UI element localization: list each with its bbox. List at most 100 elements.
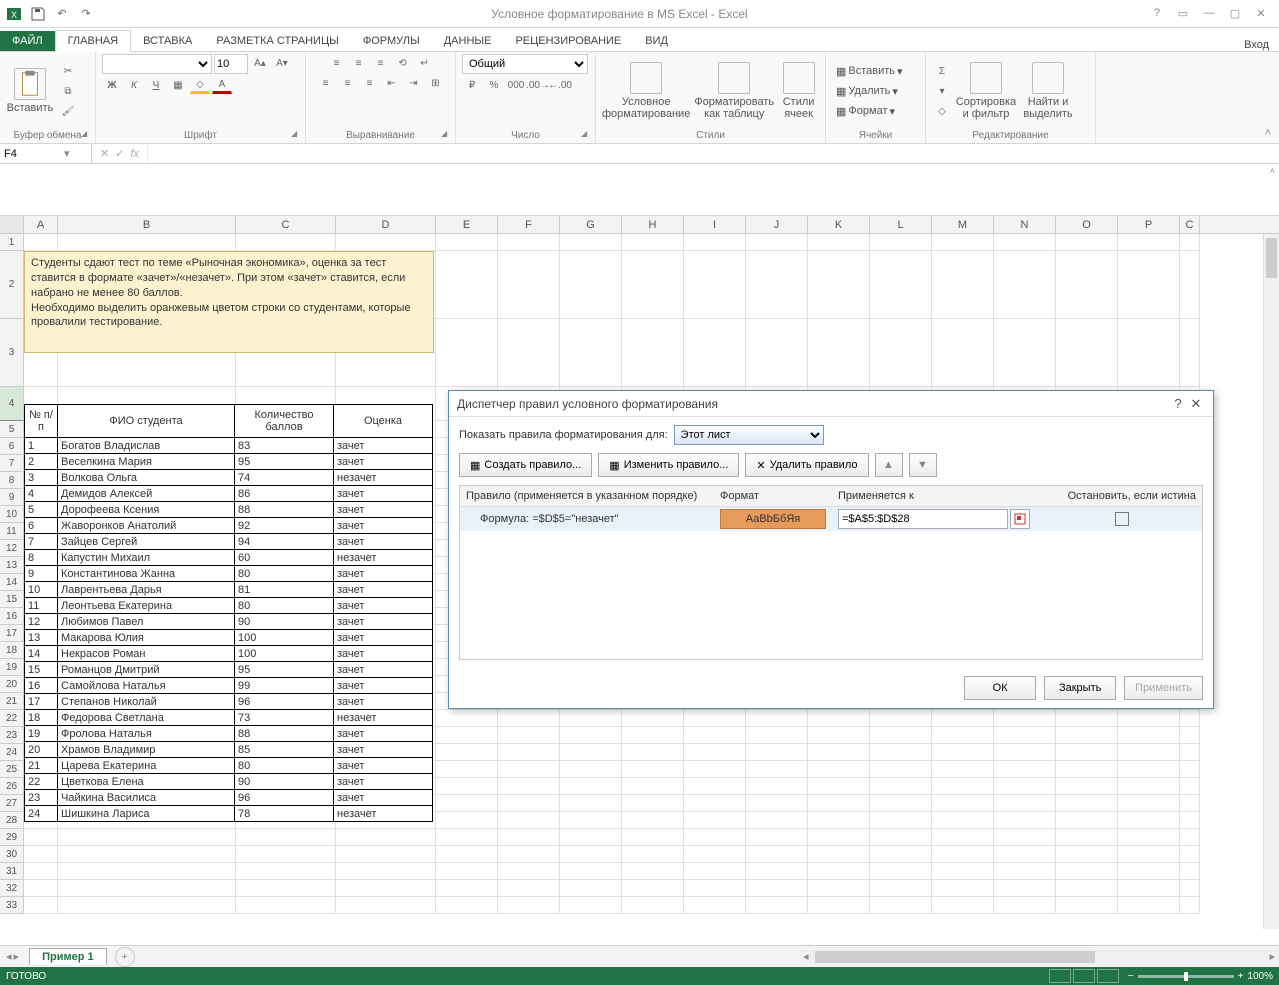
delete-cells-button[interactable]: ▦ Удалить ▾ [832, 82, 907, 100]
cell[interactable] [870, 744, 932, 761]
font-size-input[interactable] [214, 54, 248, 74]
cell[interactable] [808, 812, 870, 829]
cell[interactable] [994, 795, 1056, 812]
cell[interactable] [870, 727, 932, 744]
cell[interactable] [1056, 778, 1118, 795]
cell[interactable] [684, 829, 746, 846]
cell[interactable] [1056, 846, 1118, 863]
table-cell[interactable]: Романцов Дмитрий [58, 662, 235, 678]
align-right-icon[interactable]: ≡ [360, 74, 380, 92]
cell[interactable] [436, 710, 498, 727]
table-cell[interactable]: 85 [235, 742, 334, 758]
cell[interactable] [1056, 812, 1118, 829]
cell[interactable] [436, 319, 498, 387]
cell[interactable] [746, 897, 808, 914]
table-cell[interactable]: зачет [334, 582, 433, 598]
cell[interactable] [932, 863, 994, 880]
cell[interactable] [870, 863, 932, 880]
cell[interactable] [236, 880, 336, 897]
cell[interactable] [560, 846, 622, 863]
table-cell[interactable]: 90 [235, 774, 334, 790]
table-cell[interactable]: 19 [25, 726, 58, 742]
find-select-button[interactable]: Найти и выделить [1020, 58, 1076, 124]
cell[interactable] [746, 710, 808, 727]
table-cell[interactable]: Самойлова Наталья [58, 678, 235, 694]
cell[interactable] [560, 897, 622, 914]
table-cell[interactable]: Любимов Павел [58, 614, 235, 630]
table-cell[interactable]: 18 [25, 710, 58, 726]
cell[interactable] [58, 863, 236, 880]
merge-icon[interactable]: ⊞ [426, 74, 446, 92]
cell[interactable] [684, 710, 746, 727]
cell[interactable] [24, 863, 58, 880]
row-header[interactable]: 11 [0, 523, 24, 540]
cell[interactable] [436, 812, 498, 829]
hscroll-left-icon[interactable]: ◂ [799, 950, 813, 963]
cell[interactable] [808, 829, 870, 846]
cell[interactable] [560, 829, 622, 846]
autosum-icon[interactable]: Σ [932, 62, 952, 80]
cell[interactable] [746, 846, 808, 863]
formula-input[interactable] [148, 144, 1279, 163]
cell[interactable] [932, 880, 994, 897]
table-cell[interactable]: 94 [235, 534, 334, 550]
range-picker-icon[interactable] [1010, 509, 1030, 529]
cell[interactable] [932, 778, 994, 795]
row-header[interactable]: 26 [0, 778, 24, 795]
cell[interactable] [436, 795, 498, 812]
table-cell[interactable]: зачет [334, 630, 433, 646]
cell[interactable] [684, 863, 746, 880]
sign-in[interactable]: Вход [1244, 39, 1279, 51]
row-header[interactable]: 1 [0, 234, 24, 251]
cell[interactable] [808, 744, 870, 761]
cell[interactable] [498, 251, 560, 319]
table-cell[interactable]: Волкова Ольга [58, 470, 235, 486]
ok-button[interactable]: ОК [964, 676, 1036, 700]
column-header[interactable]: C [1180, 216, 1200, 233]
edit-rule-button[interactable]: ▦Изменить правило... [598, 453, 739, 477]
table-cell[interactable]: зачет [334, 662, 433, 678]
cell[interactable] [808, 897, 870, 914]
cell[interactable] [336, 846, 436, 863]
cell[interactable] [498, 795, 560, 812]
cell[interactable] [236, 234, 336, 251]
cell[interactable] [436, 897, 498, 914]
cell[interactable] [622, 727, 684, 744]
dialog-titlebar[interactable]: Диспетчер правил условного форматировани… [449, 391, 1213, 417]
cell[interactable] [994, 744, 1056, 761]
cell[interactable] [1056, 251, 1118, 319]
table-cell[interactable]: 80 [235, 566, 334, 582]
close-icon[interactable]: ✕ [1251, 7, 1271, 20]
borders-icon[interactable]: ▦ [168, 76, 188, 94]
copy-icon[interactable]: ⧉ [58, 82, 78, 100]
align-left-icon[interactable]: ≡ [316, 74, 336, 92]
table-cell[interactable]: Веселкина Мария [58, 454, 235, 470]
table-cell[interactable]: 80 [235, 758, 334, 774]
column-header[interactable]: L [870, 216, 932, 233]
table-cell[interactable]: незачет [334, 710, 433, 726]
font-color-icon[interactable]: A [212, 76, 232, 94]
collapse-formula-icon[interactable]: ˄ [1270, 166, 1275, 176]
cell[interactable] [932, 846, 994, 863]
tab-layout[interactable]: РАЗМЕТКА СТРАНИЦЫ [204, 31, 350, 51]
font-launcher-icon[interactable]: ◢ [291, 129, 303, 141]
cell[interactable] [870, 761, 932, 778]
cell[interactable] [932, 897, 994, 914]
cell[interactable] [932, 829, 994, 846]
table-cell[interactable]: Леонтьева Екатерина [58, 598, 235, 614]
cell[interactable] [560, 234, 622, 251]
table-cell[interactable]: 1 [25, 438, 58, 454]
table-cell[interactable]: 92 [235, 518, 334, 534]
tab-insert[interactable]: ВСТАВКА [131, 31, 204, 51]
cell[interactable] [622, 829, 684, 846]
cell[interactable] [436, 234, 498, 251]
cell[interactable] [1180, 234, 1200, 251]
cell[interactable] [1118, 744, 1180, 761]
fill-icon[interactable]: ▾ [932, 82, 952, 100]
cell[interactable] [58, 829, 236, 846]
orientation-icon[interactable]: ⟲ [393, 54, 413, 72]
cell[interactable] [498, 880, 560, 897]
table-cell[interactable]: 4 [25, 486, 58, 502]
column-header[interactable]: E [436, 216, 498, 233]
cell[interactable] [808, 778, 870, 795]
